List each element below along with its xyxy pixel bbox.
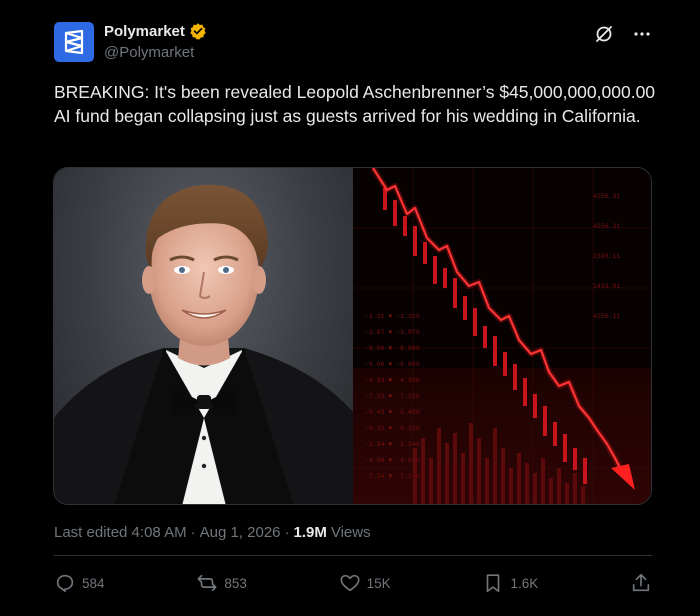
svg-text:-6.66 ▼ -6.66%: -6.66 ▼ -6.66%	[365, 361, 420, 368]
avatar[interactable]	[54, 22, 94, 62]
portrait-image[interactable]	[54, 168, 353, 504]
svg-text:4256.31: 4256.31	[593, 223, 620, 230]
tweet-text: BREAKING: It's been revealed Leopold Asc…	[54, 82, 656, 126]
tweet-card: Polymarket @Polymarket BREAKING: It's be…	[0, 0, 700, 616]
svg-text:2398.11: 2398.11	[593, 253, 620, 260]
edited-time[interactable]: Last edited 4:08 AM	[54, 524, 187, 541]
grok-icon[interactable]	[594, 24, 614, 44]
views-label: Views	[330, 524, 371, 541]
views-count: 1.9M	[293, 524, 327, 541]
tweet-date[interactable]: Aug 1, 2026	[200, 524, 281, 541]
reply-icon	[56, 574, 74, 593]
svg-text:-7.24 ▼ -7.24%: -7.24 ▼ -7.24%	[365, 473, 420, 480]
divider	[54, 555, 652, 556]
polymarket-logo-icon	[64, 29, 84, 55]
meta-separator: ·	[190, 524, 196, 541]
svg-text:1433.91: 1433.91	[593, 283, 620, 290]
repost-button[interactable]: 853	[196, 572, 247, 594]
reply-button[interactable]: 584	[54, 572, 105, 594]
repost-icon	[197, 574, 217, 592]
verified-badge-icon[interactable]	[189, 22, 207, 40]
bookmark-button[interactable]: 1.6K	[482, 572, 538, 594]
svg-text:-0.43 ▼ -0.43%: -0.43 ▼ -0.43%	[365, 409, 420, 416]
crash-chart-image[interactable]: -1.31 ▼ -1.31% -3.87 ▼ -3.87% -8.06 ▼ -8…	[353, 168, 651, 504]
like-button[interactable]: 15K	[339, 572, 391, 594]
svg-text:-4.33 ▼ -4.33%: -4.33 ▼ -4.33%	[365, 377, 420, 384]
share-button[interactable]	[630, 572, 652, 594]
more-options-icon[interactable]	[632, 24, 652, 44]
svg-text:-3.87 ▼ -3.87%: -3.87 ▼ -3.87%	[365, 329, 420, 336]
svg-text:-4.56 ▼ -4.56%: -4.56 ▼ -4.56%	[365, 457, 420, 464]
account-handle[interactable]: @Polymarket	[104, 44, 194, 61]
bookmark-icon	[487, 574, 500, 593]
repost-count: 853	[224, 575, 247, 591]
svg-text:-7.32 ▼ -7.32%: -7.32 ▼ -7.32%	[365, 393, 420, 400]
svg-text:-8.32 ▼ -8.32%: -8.32 ▼ -8.32%	[365, 425, 420, 432]
like-count: 15K	[366, 575, 391, 591]
heart-icon	[340, 574, 360, 592]
meta-separator: ·	[284, 524, 290, 541]
reply-count: 584	[82, 575, 105, 591]
action-bar: 584 853 15K 1.6K	[54, 572, 652, 594]
share-icon	[632, 573, 650, 592]
name-row: Polymarket	[104, 22, 207, 40]
svg-text:4256.31: 4256.31	[593, 193, 620, 200]
svg-text:4256.11: 4256.11	[593, 313, 620, 320]
svg-text:-8.06 ▼ -8.06%: -8.06 ▼ -8.06%	[365, 345, 420, 352]
display-name[interactable]: Polymarket	[104, 23, 185, 40]
svg-text:-1.31 ▼ -1.31%: -1.31 ▼ -1.31%	[365, 313, 420, 320]
svg-text:-1.24 ▼ -1.24%: -1.24 ▼ -1.24%	[365, 441, 420, 448]
tweet-meta: Last edited 4:08 AM · Aug 1, 2026 · 1.9M…	[54, 524, 371, 541]
tweet-media[interactable]: -1.31 ▼ -1.31% -3.87 ▼ -3.87% -8.06 ▼ -8…	[53, 167, 652, 505]
top-actions	[594, 24, 652, 44]
bookmark-count: 1.6K	[510, 575, 539, 591]
